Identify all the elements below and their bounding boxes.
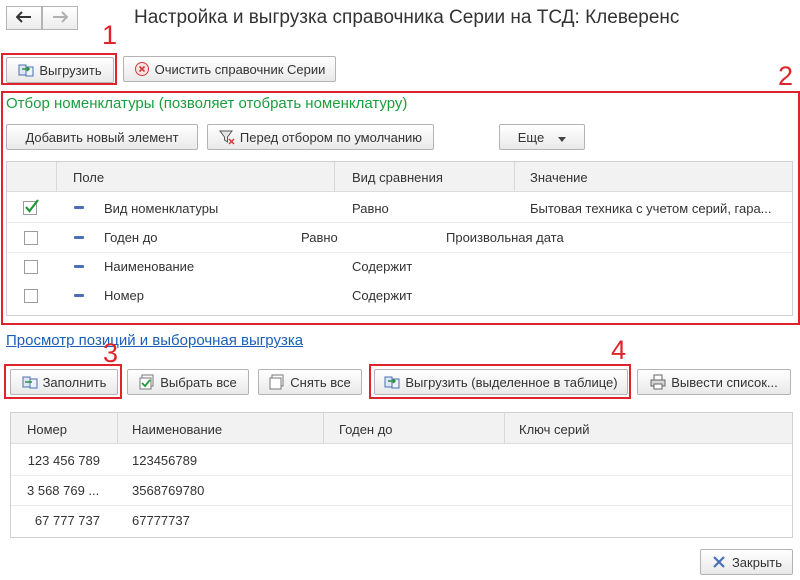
print-list-label: Вывести список... [671, 374, 778, 390]
row-checkbox[interactable] [24, 231, 38, 245]
upload-button[interactable]: Выгрузить [6, 57, 114, 83]
add-element-button[interactable]: Добавить новый элемент [6, 124, 198, 150]
select-all-label: Выбрать все [160, 374, 237, 390]
annotation-number-4: 4 [611, 335, 627, 365]
row-checkbox[interactable] [24, 260, 38, 274]
row-number: 67 777 737 [34, 513, 100, 528]
row-comparison: Равно [301, 230, 338, 245]
table-row[interactable]: Вид номенклатуры Равно Бытовая техника с… [7, 193, 792, 222]
deselect-all-icon [269, 374, 285, 390]
column-header-field: Поле [73, 170, 105, 185]
field-marker-icon [74, 206, 84, 209]
row-value: Бытовая техника с учетом серий, гара... [530, 201, 772, 216]
clear-series-button[interactable]: Очистить справочник Серии [123, 56, 336, 82]
table-row[interactable]: Годен до Равно Произвольная дата [7, 223, 792, 252]
arrow-left-icon [15, 10, 32, 26]
table-row[interactable]: Наименование Содержит [7, 253, 792, 282]
table-row[interactable]: 123 456 789 123456789 [11, 446, 792, 475]
table-row[interactable]: Номер Содержит [7, 282, 792, 311]
select-all-button[interactable]: Выбрать все [127, 369, 249, 395]
printer-icon [650, 374, 666, 390]
preview-link[interactable]: Просмотр позиций и выборочная выгрузка [6, 332, 303, 349]
filter-table: Поле Вид сравнения Значение Вид номенкла… [6, 161, 793, 316]
column-header-series-key: Ключ серий [519, 422, 590, 437]
annotation-number-3: 3 [103, 338, 119, 368]
more-button[interactable]: Еще [499, 124, 585, 150]
add-element-label: Добавить новый элемент [25, 129, 179, 145]
row-field: Номер [104, 288, 145, 303]
upload-selected-label: Выгрузить (выделенное в таблице) [405, 374, 618, 390]
dropdown-arrow-icon [558, 130, 567, 145]
preview-table-header: Номер Наименование Годен до Ключ серий [11, 413, 792, 444]
row-name: 123456789 [132, 453, 198, 468]
column-header-number: Номер [27, 422, 68, 437]
funnel-icon [218, 129, 235, 145]
fill-button[interactable]: Заполнить [10, 369, 118, 395]
annotation-number-1: 1 [102, 20, 118, 50]
upload-icon [384, 374, 400, 390]
deselect-all-label: Снять все [290, 374, 351, 390]
deselect-all-button[interactable]: Снять все [258, 369, 362, 395]
upload-selected-button[interactable]: Выгрузить (выделенное в таблице) [374, 369, 628, 395]
field-marker-icon [74, 236, 84, 239]
preview-table: Номер Наименование Годен до Ключ серий 1… [10, 412, 793, 538]
row-number: 3 568 769 ... [27, 483, 100, 498]
row-comparison: Содержит [352, 288, 413, 303]
clear-icon [134, 61, 150, 77]
window-title: Настройка и выгрузка справочника Серии н… [134, 7, 680, 28]
row-checkbox[interactable] [24, 289, 38, 303]
default-filter-button[interactable]: Перед отбором по умолчанию [207, 124, 434, 150]
column-header-comparison: Вид сравнения [352, 170, 443, 185]
row-field: Годен до [104, 230, 158, 245]
upload-button-label: Выгрузить [39, 62, 102, 78]
row-value: Произвольная дата [446, 230, 564, 245]
row-comparison: Равно [352, 201, 389, 216]
upload-icon [18, 62, 34, 78]
row-name: 3568769780 [132, 483, 205, 498]
close-button[interactable]: Закрыть [700, 549, 793, 575]
annotation-number-2: 2 [778, 61, 794, 91]
fill-label: Заполнить [42, 374, 107, 390]
default-filter-label: Перед отбором по умолчанию [239, 129, 423, 145]
row-field: Вид номенклатуры [104, 201, 219, 216]
row-number: 123 456 789 [27, 453, 100, 468]
print-list-button[interactable]: Вывести список... [637, 369, 791, 395]
filter-table-header: Поле Вид сравнения Значение [7, 162, 792, 192]
column-header-name: Наименование [132, 422, 223, 437]
check-icon[interactable] [23, 199, 39, 218]
clear-series-label: Очистить справочник Серии [154, 61, 326, 77]
fill-icon [22, 374, 38, 390]
column-header-expiry: Годен до [339, 422, 393, 437]
table-row[interactable]: 67 777 737 67777737 [11, 506, 792, 535]
back-button[interactable] [6, 6, 42, 30]
forward-button[interactable] [42, 6, 78, 30]
select-all-icon [139, 374, 155, 390]
column-header-value: Значение [530, 170, 588, 185]
close-label: Закрыть [731, 554, 783, 570]
table-row[interactable]: 3 568 769 ... 3568769780 [11, 476, 792, 505]
row-field: Наименование [104, 259, 195, 274]
field-marker-icon [74, 265, 84, 268]
arrow-right-icon [52, 10, 69, 26]
filter-heading: Отбор номенклатуры (позволяет отобрать н… [6, 95, 408, 112]
close-icon [711, 554, 727, 570]
more-label: Еще [517, 129, 545, 145]
row-comparison: Содержит [352, 259, 413, 274]
row-name: 67777737 [132, 513, 190, 528]
field-marker-icon [74, 294, 84, 297]
